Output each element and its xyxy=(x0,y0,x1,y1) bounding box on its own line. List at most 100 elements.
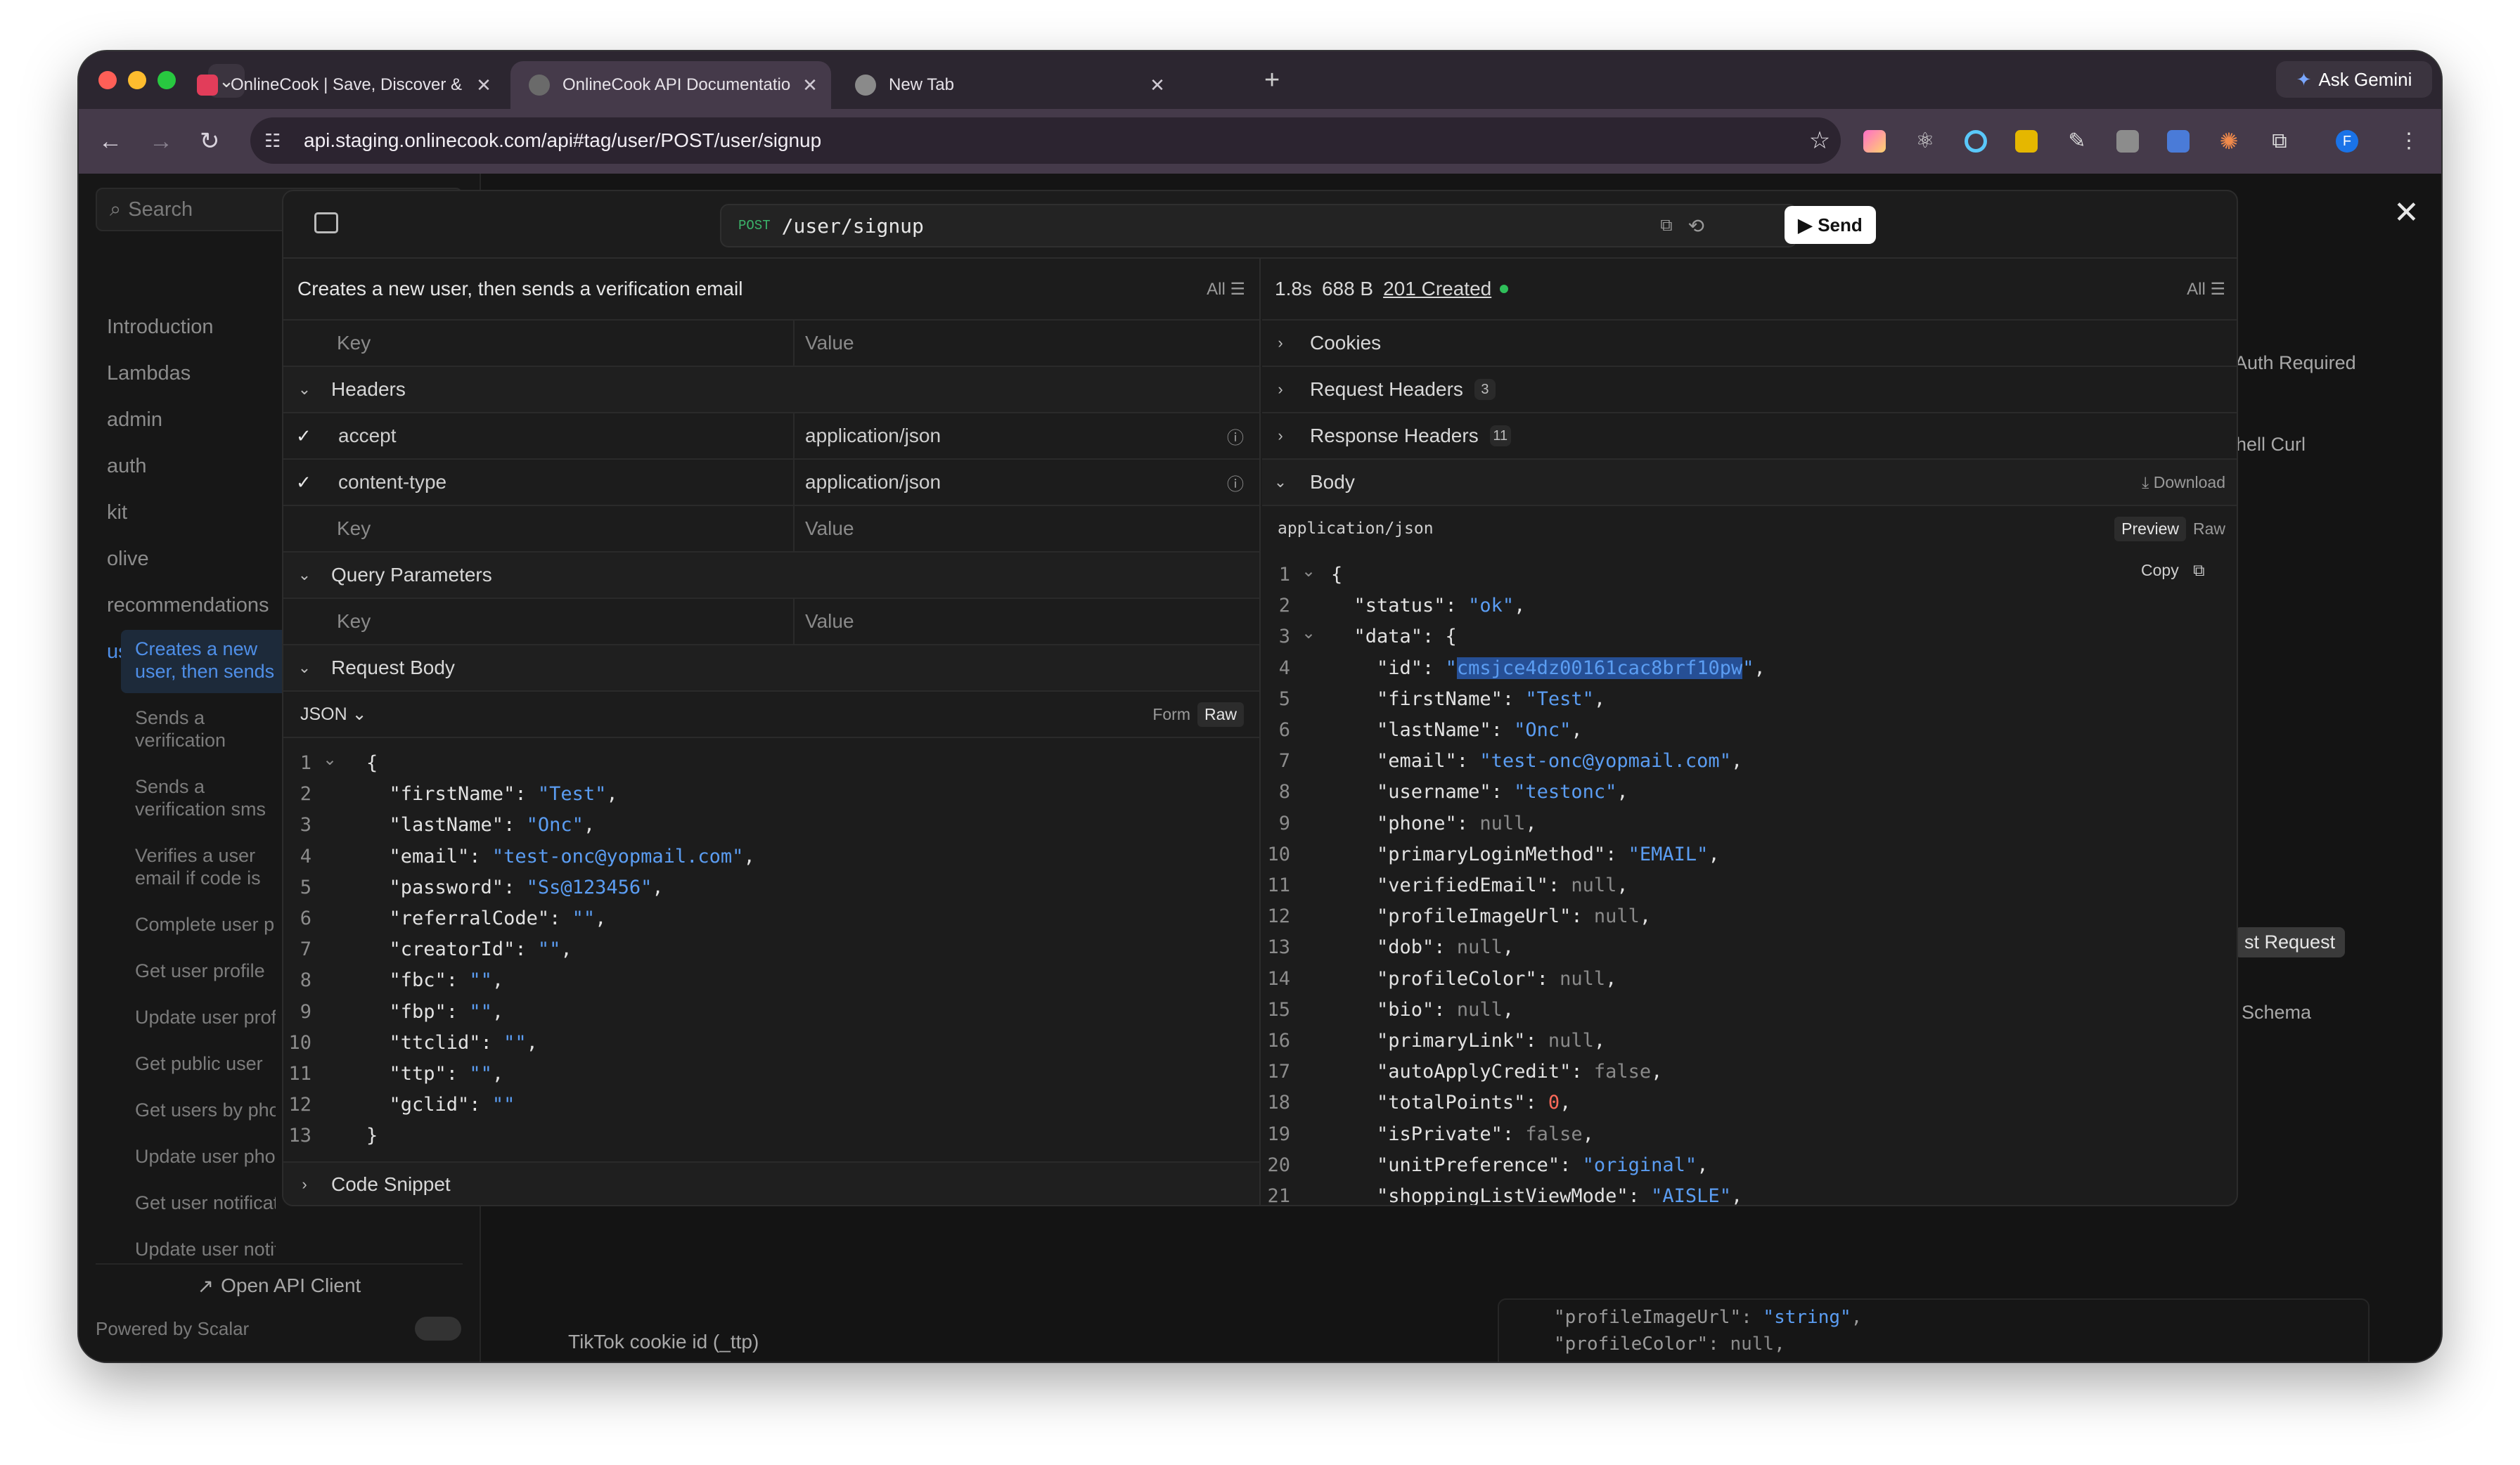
extension-gradient-icon[interactable] xyxy=(1863,130,1886,153)
request-filter-button[interactable]: All ☰ xyxy=(1207,279,1245,299)
site-settings-icon[interactable]: ☷ xyxy=(264,130,292,152)
sidebar-subitem[interactable]: Update user phone xyxy=(135,1145,276,1168)
sidebar-item-olive[interactable]: olive xyxy=(107,548,149,571)
sidebar-subitem[interactable]: Creates a new user, then sends a verific… xyxy=(135,638,276,683)
sidebar-item-lambdas[interactable]: Lambdas xyxy=(107,362,191,385)
info-icon[interactable]: ⓘ xyxy=(1227,424,1244,448)
sidebar-subitem[interactable]: Update user profile xyxy=(135,1006,276,1028)
extension-screen-icon[interactable] xyxy=(2167,130,2190,153)
back-button[interactable]: ← xyxy=(98,126,122,157)
tab-close-icon[interactable]: ✕ xyxy=(470,75,498,96)
header-empty-row[interactable]: Key Value xyxy=(283,506,1259,553)
tab-close-icon[interactable]: ✕ xyxy=(1143,75,1171,96)
header-row-content-type[interactable]: ✓ content-type application/json ⓘ xyxy=(283,460,1259,506)
response-section-request-headers[interactable]: › Request Headers 3 xyxy=(1262,367,2237,413)
extension-camera-icon[interactable] xyxy=(2116,130,2139,153)
url-text[interactable]: api.staging.onlinecook.com/api#tag/user/… xyxy=(304,129,1799,152)
response-status[interactable]: 201 Created xyxy=(1383,278,1491,300)
download-button[interactable]: ⤓ Download xyxy=(2142,473,2225,492)
header-value-placeholder[interactable]: Value xyxy=(805,517,854,540)
request-body-editor[interactable]: 1 ⌄ {2 "firstName": "Test", 3 "lastName": "… xyxy=(283,740,1261,1160)
body-section[interactable]: ⌄ Body ⤓ Download xyxy=(1262,460,2237,506)
cookie-param-row[interactable]: Key Value xyxy=(283,321,1259,367)
body-type-select[interactable]: JSON ⌄ xyxy=(300,704,367,725)
browser-tab-1[interactable]: OnlineCook | Save, Discover & ✕ xyxy=(179,61,505,109)
sidebar-subitem[interactable]: Complete user profile xyxy=(135,913,276,936)
query-value-placeholder[interactable]: Value xyxy=(805,610,854,633)
sidebar-subitem[interactable]: Sends a verification email to an existin… xyxy=(135,706,276,751)
close-client-button[interactable]: ✕ xyxy=(2393,195,2419,231)
sidebar-subitem[interactable]: Verifies a user email if code is valid xyxy=(135,844,276,889)
request-path[interactable]: /user/signup xyxy=(782,214,1661,238)
request-body-section[interactable]: ⌄ Request Body xyxy=(283,645,1259,692)
query-key-placeholder[interactable]: Key xyxy=(337,610,371,633)
copy-url-icon[interactable]: ⧉ xyxy=(1660,216,1672,235)
preview-tab[interactable]: Preview xyxy=(2114,516,2186,541)
param-value-placeholder[interactable]: Value xyxy=(805,332,854,354)
extension-ring-icon[interactable] xyxy=(1965,130,1987,153)
check-icon[interactable]: ✓ xyxy=(296,472,311,493)
raw-tab[interactable]: Raw xyxy=(2193,519,2225,538)
dark-mode-toggle[interactable] xyxy=(415,1317,461,1341)
info-icon[interactable]: ⓘ xyxy=(1227,470,1244,495)
fold-chevron-icon[interactable]: ⌄ xyxy=(1301,561,1316,581)
extensions-puzzle-icon[interactable]: ⧉ xyxy=(2268,130,2291,153)
sidebar-toggle-icon[interactable] xyxy=(314,212,338,233)
new-tab-button[interactable]: + xyxy=(1264,67,1280,93)
maximize-window-button[interactable] xyxy=(158,71,176,89)
sidebar-item-introduction[interactable]: Introduction xyxy=(107,316,214,339)
browser-tab-3[interactable]: New Tab ✕ xyxy=(837,61,1178,109)
sidebar-item-admin[interactable]: admin xyxy=(107,408,162,432)
ask-gemini-button[interactable]: ✦ Ask Gemini xyxy=(2276,61,2432,98)
address-bar[interactable]: ☷ api.staging.onlinecook.com/api#tag/use… xyxy=(250,117,1841,164)
profile-avatar[interactable]: F xyxy=(2336,130,2358,153)
extension-claude-icon[interactable]: ✺ xyxy=(2218,130,2240,153)
sidebar-item-recommendations[interactable]: recommendations xyxy=(107,594,269,617)
headers-section[interactable]: ⌄ Headers xyxy=(283,367,1259,413)
header-row-accept[interactable]: ✓ accept application/json ⓘ xyxy=(283,413,1259,460)
extension-atom-icon[interactable]: ⚛ xyxy=(1914,130,1936,153)
bookmark-star-icon[interactable]: ☆ xyxy=(1799,127,1841,155)
tab-close-icon[interactable]: ✕ xyxy=(796,75,824,96)
browser-menu-icon[interactable]: ⋮ xyxy=(2398,130,2420,153)
minimize-window-button[interactable] xyxy=(128,71,146,89)
header-key-placeholder[interactable]: Key xyxy=(337,517,371,540)
check-icon[interactable]: ✓ xyxy=(296,425,311,447)
sidebar-subitem[interactable]: Get users by phone xyxy=(135,1099,276,1121)
body-mode-raw[interactable]: Raw xyxy=(1197,702,1244,727)
fold-chevron-icon[interactable]: ⌄ xyxy=(1301,623,1316,643)
query-parameters-section[interactable]: ⌄ Query Parameters xyxy=(283,553,1259,599)
sidebar-subitem[interactable]: Get user notifications xyxy=(135,1192,276,1214)
code-snippet-section[interactable]: › Code Snippet xyxy=(283,1161,1259,1205)
query-empty-row[interactable]: Key Value xyxy=(283,599,1259,645)
header-key[interactable]: content-type xyxy=(338,471,446,493)
forward-button[interactable]: → xyxy=(149,126,173,157)
response-section-response-headers[interactable]: › Response Headers 11 xyxy=(1262,413,2237,460)
open-api-client-button[interactable]: ↗ Open API Client xyxy=(96,1263,463,1307)
sidebar-item-kit[interactable]: kit xyxy=(107,501,127,524)
sidebar-subitem[interactable]: Sends a verification sms to a existing u… xyxy=(135,775,276,820)
body-mode-form[interactable]: Form xyxy=(1152,705,1190,724)
header-value[interactable]: application/json xyxy=(805,471,941,493)
header-value[interactable]: application/json xyxy=(805,425,941,447)
extension-yellow-icon[interactable] xyxy=(2015,130,2038,153)
request-address-bar[interactable]: POST /user/signup ⧉ ⟲ xyxy=(720,204,1797,247)
browser-tab-2[interactable]: OnlineCook API Documentatio ✕ xyxy=(510,61,831,109)
send-button[interactable]: ▶ Send xyxy=(1785,206,1876,244)
close-window-button[interactable] xyxy=(98,71,117,89)
sidebar-subitem[interactable]: Get public user xyxy=(135,1052,276,1075)
header-key[interactable]: accept xyxy=(338,425,397,447)
response-filter-button[interactable]: All ☰ xyxy=(2187,279,2225,299)
fold-chevron-icon[interactable]: ⌄ xyxy=(323,749,337,770)
history-icon[interactable]: ⟲ xyxy=(1688,214,1704,238)
response-body-viewer[interactable]: 1 ⌄ {2 "status": "ok", 3 ⌄ "data": {4 "id": … xyxy=(1262,554,2237,1205)
extension-pen-icon[interactable]: ✎ xyxy=(2066,130,2088,153)
sidebar-item-auth[interactable]: auth xyxy=(107,455,146,478)
param-key-placeholder[interactable]: Key xyxy=(337,332,371,354)
request-method[interactable]: POST xyxy=(738,218,771,233)
test-request-button[interactable]: st Request xyxy=(2235,927,2346,957)
reload-button[interactable]: ↻ xyxy=(200,126,220,157)
shell-curl-select[interactable]: hell Curl xyxy=(2236,434,2306,456)
response-section-cookies[interactable]: › Cookies xyxy=(1262,321,2237,367)
sidebar-subitem[interactable]: Update user notifications xyxy=(135,1238,276,1260)
